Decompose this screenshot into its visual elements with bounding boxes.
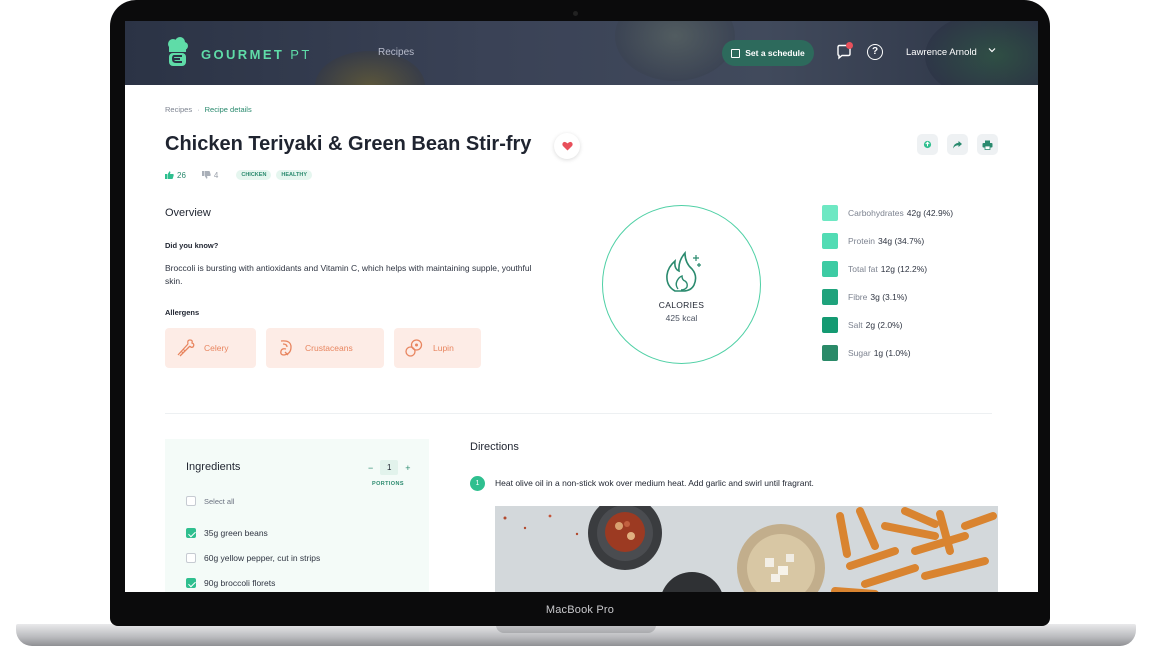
- nutrition-swatch: [822, 345, 838, 361]
- nutrition-swatch: [822, 233, 838, 249]
- celery-icon: [177, 339, 195, 357]
- camera-icon: [573, 11, 578, 16]
- thumbs-up-icon: [165, 171, 174, 179]
- page-title: Chicken Teriyaki & Green Bean Stir-fry: [165, 133, 532, 155]
- breadcrumb-current: Recipe details: [204, 105, 252, 114]
- nutrition-swatch: [822, 289, 838, 305]
- recipe-meta: 26 4 CHICKEN HEALTHY: [165, 170, 317, 180]
- increase-portions-button[interactable]: +: [405, 463, 410, 473]
- save-button[interactable]: [917, 134, 938, 155]
- device-label: MacBook Pro: [545, 604, 615, 616]
- ingredient-checkbox[interactable]: [186, 578, 196, 588]
- ingredient-item[interactable]: 60g yellow pepper, cut in strips: [186, 553, 320, 563]
- help-icon[interactable]: ?: [867, 44, 883, 60]
- portions-stepper: − 1 +: [368, 460, 411, 475]
- allergen-celery: Celery: [165, 328, 256, 368]
- portions-label: PORTIONS: [372, 481, 404, 487]
- breadcrumb-recipes[interactable]: Recipes: [165, 105, 192, 114]
- print-button[interactable]: [977, 134, 998, 155]
- logo-icon[interactable]: [165, 37, 189, 67]
- set-schedule-button[interactable]: Set a schedule: [722, 40, 814, 66]
- nav-recipes-link[interactable]: Recipes: [378, 47, 414, 58]
- app-screen: GOURMET PT Recipes Set a schedule ? Lawr…: [125, 21, 1038, 592]
- chevron-down-icon[interactable]: [988, 46, 996, 54]
- directions-heading: Directions: [470, 441, 519, 453]
- tag-healthy[interactable]: HEALTHY: [276, 170, 312, 180]
- nutrition-row: Fibre 3g (3.1%): [822, 289, 907, 305]
- ingredients-heading: Ingredients: [186, 461, 241, 473]
- calendar-icon: [731, 48, 741, 58]
- dislikes-count: 4: [213, 170, 219, 180]
- allergen-lupin: Lupin: [394, 328, 481, 368]
- app-header: GOURMET PT Recipes Set a schedule ? Lawr…: [125, 21, 1038, 85]
- notification-badge: [846, 42, 853, 49]
- allergen-label: Crustaceans: [305, 343, 353, 353]
- select-all-row[interactable]: Select all: [186, 496, 234, 506]
- ingredient-checkbox[interactable]: [186, 528, 196, 538]
- nutrition-row: Sugar 1g (1.0%): [822, 345, 911, 361]
- step-text: Heat olive oil in a non-stick wok over m…: [495, 478, 814, 488]
- like-button[interactable]: 26: [165, 171, 186, 180]
- allergen-label: Celery: [204, 343, 229, 353]
- lupin-icon: [405, 339, 423, 357]
- brand-name[interactable]: GOURMET PT: [201, 47, 312, 62]
- nutrition-swatch: [822, 261, 838, 277]
- overview-heading: Overview: [165, 207, 211, 219]
- decrease-portions-button[interactable]: −: [368, 463, 373, 473]
- ingredient-checkbox[interactable]: [186, 553, 196, 563]
- allergen-label: Lupin: [433, 343, 454, 353]
- nutrition-row: Carbohydrates 42g (42.9%): [822, 205, 953, 221]
- calories-label: CALORIES: [658, 300, 705, 310]
- calories-value: 425 kcal: [665, 313, 698, 323]
- share-button[interactable]: [947, 134, 968, 155]
- nutrition-swatch: [822, 317, 838, 333]
- breadcrumb: Recipes · Recipe details: [165, 105, 252, 114]
- tag-chicken[interactable]: CHICKEN: [236, 170, 272, 180]
- nutrition-row: Salt 2g (2.0%): [822, 317, 903, 333]
- shrimp-icon: [280, 340, 292, 356]
- heart-icon: [561, 141, 573, 151]
- allergens-heading: Allergens: [165, 308, 200, 317]
- section-divider: [165, 413, 992, 414]
- print-icon: [982, 140, 993, 150]
- did-you-know-text: Broccoli is bursting with antioxidants a…: [165, 263, 532, 286]
- dislike-button[interactable]: 4: [201, 170, 219, 180]
- favorite-button[interactable]: [554, 133, 580, 159]
- thumbs-down-icon: [201, 171, 211, 179]
- flame-icon: [666, 250, 701, 292]
- did-you-know-heading: Did you know?: [165, 241, 219, 250]
- allergen-crustaceans: Crustaceans: [266, 328, 384, 368]
- laptop-mockup: MacBook Pro GOURMET PT Recipes Set a sch…: [0, 0, 1152, 660]
- ingredient-item[interactable]: 35g green beans: [186, 528, 268, 538]
- ingredient-item[interactable]: 90g broccoli florets: [186, 578, 275, 588]
- step-photo: [495, 506, 998, 592]
- save-icon: [923, 140, 932, 149]
- likes-count: 26: [177, 170, 186, 180]
- select-all-checkbox[interactable]: [186, 496, 196, 506]
- user-menu-name[interactable]: Lawrence Arnold: [906, 47, 977, 58]
- nutrition-swatch: [822, 205, 838, 221]
- step-number-badge: 1: [470, 476, 485, 491]
- share-icon: [953, 140, 962, 148]
- portions-value[interactable]: 1: [380, 460, 399, 475]
- nutrition-row: Protein 34g (34.7%): [822, 233, 924, 249]
- nutrition-row: Total fat 12g (12.2%): [822, 261, 927, 277]
